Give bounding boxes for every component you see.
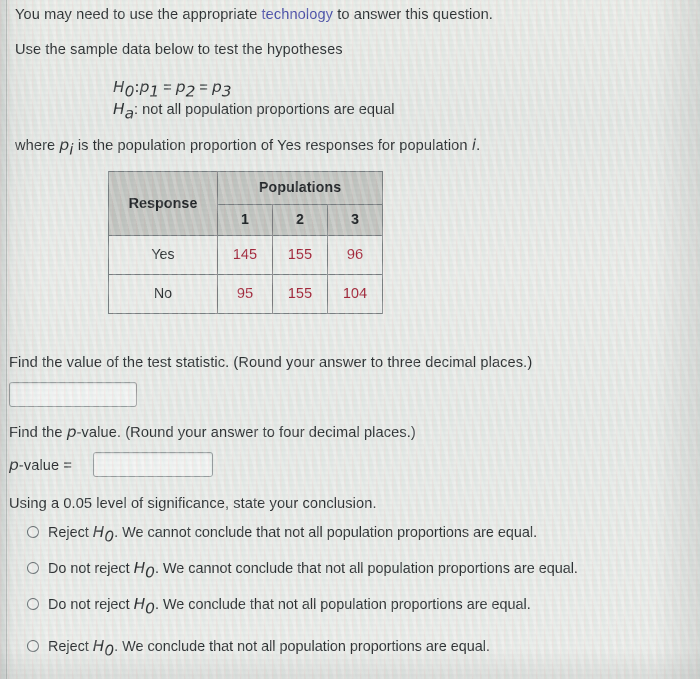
alternative-hypothesis: Ha: not all population proportions are e…	[113, 100, 394, 122]
sample-data-table: Response Populations 1 2 3 Yes 145 155 9…	[108, 171, 383, 314]
row-label-yes: Yes	[108, 235, 218, 275]
option-2-rest: . We cannot conclude that not all popula…	[154, 561, 578, 577]
option-1-rest: . We cannot conclude that not all popula…	[114, 525, 538, 541]
null-p1-subscript: 1	[149, 82, 160, 101]
conclusion-option-4[interactable]: Reject H0. We conclude that not all popu…	[27, 637, 490, 660]
conclusion-option-3[interactable]: Do not reject H0. We conclude that not a…	[27, 595, 531, 618]
null-equals-2: =	[195, 80, 212, 96]
option-2-H: H	[133, 559, 146, 577]
table-row: Yes 145 155 96	[108, 235, 383, 275]
conclusion-option-1-label: Reject H0. We cannot conclude that not a…	[48, 523, 537, 546]
test-statistic-prompt: Find the value of the test statistic. (R…	[9, 355, 533, 371]
radio-button-icon[interactable]	[27, 640, 39, 652]
conclusion-option-3-label: Do not reject H0. We conclude that not a…	[48, 595, 531, 618]
intro-suffix: to answer this question.	[333, 7, 493, 23]
alt-statement: : not all population proportions are equ…	[134, 102, 395, 118]
p-value-label-after: -value =	[18, 458, 73, 474]
option-4-H: H	[92, 637, 105, 655]
alt-H-subscript: a	[124, 104, 135, 123]
p-value-label: p-value =	[9, 456, 72, 476]
p-value-prompt: Find the p-value. (Round your answer to …	[9, 423, 416, 443]
population-header-1: 1	[217, 204, 273, 236]
null-hypothesis: H0:p1 = p2 = p3	[113, 78, 232, 100]
instruction-line: Use the sample data below to test the hy…	[15, 42, 343, 58]
intro-prefix: You may need to use the appropriate	[15, 7, 262, 23]
where-after: is the population proportion of Yes resp…	[73, 138, 472, 154]
option-1-H-subscript: 0	[104, 527, 115, 546]
null-equals-1: =	[159, 80, 176, 96]
null-H: H	[113, 78, 125, 96]
p-value-prompt-before: Find the	[9, 425, 67, 441]
conclusion-option-4-label: Reject H0. We conclude that not all popu…	[48, 637, 490, 660]
radio-button-icon[interactable]	[27, 598, 39, 610]
conclusion-option-2-label: Do not reject H0. We cannot conclude tha…	[48, 559, 578, 582]
radio-button-icon[interactable]	[27, 526, 39, 538]
page-edge-line	[6, 0, 7, 679]
null-p3: p	[212, 78, 222, 96]
p-value-input[interactable]	[93, 452, 213, 477]
table-row: No 95 155 104	[108, 274, 383, 314]
populations-header: Populations	[217, 171, 383, 205]
cell-yes-1: 145	[217, 235, 273, 275]
conclusion-option-2[interactable]: Do not reject H0. We cannot conclude tha…	[27, 559, 578, 582]
where-period: .	[476, 138, 481, 154]
option-3-rest: . We conclude that not all population pr…	[154, 597, 531, 613]
table-header-row-1: Response Populations	[108, 171, 383, 236]
row-label-no: No	[108, 274, 218, 314]
p-value-prompt-var: p	[66, 423, 77, 441]
alt-H: H	[113, 100, 125, 118]
population-header-2: 2	[272, 204, 328, 236]
cell-no-3: 104	[327, 274, 383, 314]
option-4-lead: Reject	[48, 639, 93, 655]
question-content: You may need to use the appropriate tech…	[0, 0, 700, 679]
where-before: where	[15, 138, 60, 154]
p-value-label-var: p	[9, 456, 19, 474]
p-value-prompt-after: -value. (Round your answer to four decim…	[76, 425, 416, 441]
option-4-H-subscript: 0	[104, 641, 115, 660]
option-1-lead: Reject	[48, 525, 93, 541]
population-header-3: 3	[327, 204, 383, 236]
option-1-H: H	[92, 523, 105, 541]
where-note: where pi is the population proportion of…	[15, 136, 480, 159]
cell-yes-2: 155	[272, 235, 328, 275]
option-3-H: H	[133, 595, 146, 613]
option-3-H-subscript: 0	[145, 599, 155, 618]
null-p1: p	[139, 78, 150, 96]
option-4-rest: . We conclude that not all population pr…	[114, 639, 490, 655]
conclusion-option-1[interactable]: Reject H0. We cannot conclude that not a…	[27, 523, 537, 546]
intro-line: You may need to use the appropriate tech…	[15, 6, 493, 25]
technology-link[interactable]: technology	[261, 7, 333, 23]
conclusion-prompt: Using a 0.05 level of significance, stat…	[9, 496, 377, 512]
cell-no-2: 155	[272, 274, 328, 314]
null-p2: p	[175, 78, 186, 96]
option-2-H-subscript: 0	[145, 563, 155, 582]
null-p2-subscript: 2	[185, 82, 196, 101]
radio-button-icon[interactable]	[27, 562, 39, 574]
where-p: p	[59, 136, 70, 154]
cell-yes-3: 96	[327, 235, 383, 275]
test-statistic-input[interactable]	[9, 382, 137, 407]
null-H-subscript: 0	[124, 82, 135, 101]
cell-no-1: 95	[217, 274, 273, 314]
option-2-lead: Do not reject	[48, 561, 134, 577]
option-3-lead: Do not reject	[48, 597, 134, 613]
response-header: Response	[108, 171, 218, 236]
null-p3-subscript: 3	[221, 82, 232, 101]
